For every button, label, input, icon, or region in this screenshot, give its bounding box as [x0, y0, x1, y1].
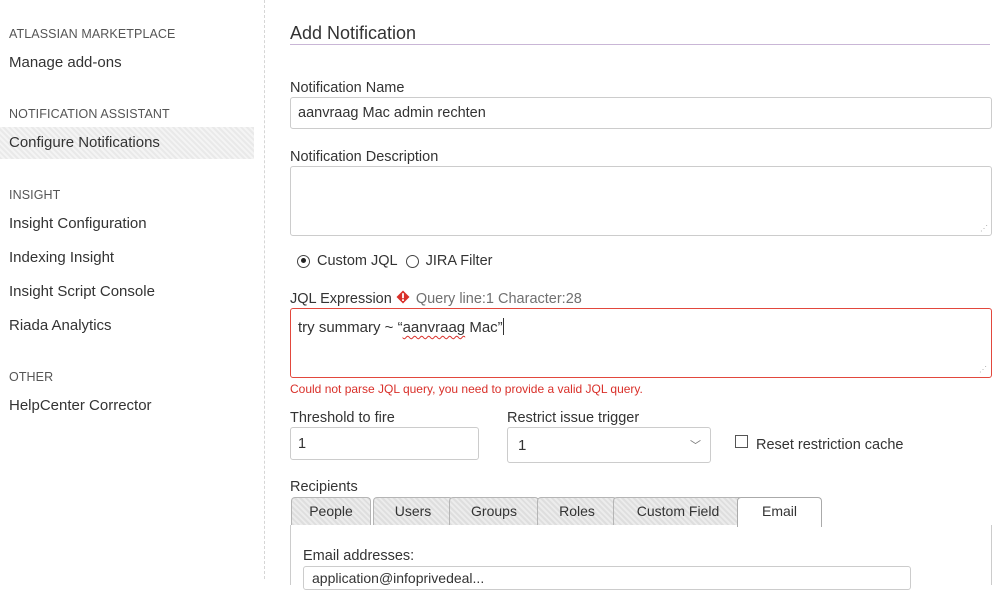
sidebar-item-helpcenter-corrector[interactable]: HelpCenter Corrector: [0, 390, 254, 422]
jql-text-suffix: Mac”: [465, 319, 503, 336]
text-caret: [502, 318, 504, 335]
restrict-trigger-label: Restrict issue trigger: [507, 410, 640, 426]
tab-people[interactable]: People: [291, 497, 371, 525]
tab-users[interactable]: Users: [373, 497, 453, 525]
jql-text-prefix: try summary ~ “: [298, 319, 403, 336]
reset-restriction-cache-checkbox[interactable]: [735, 435, 748, 448]
jql-expression-input[interactable]: try summary ~ “aanvraag Mac” ⋰: [290, 308, 992, 378]
restrict-trigger-select[interactable]: 1 ﹀: [507, 427, 711, 463]
notification-name-label: Notification Name: [290, 80, 405, 96]
custom-jql-radio[interactable]: [297, 254, 310, 268]
tab-groups[interactable]: Groups: [449, 497, 539, 525]
email-addresses-input[interactable]: application@infoprivedeal...: [303, 566, 911, 590]
title-divider: [290, 44, 990, 45]
reset-restriction-cache-label: Reset restriction cache: [756, 437, 904, 453]
resize-grip-icon[interactable]: ⋰: [979, 366, 987, 374]
filter-type-radio-group: Custom JQL JIRA Filter: [297, 252, 500, 270]
threshold-label: Threshold to fire: [290, 410, 395, 426]
restrict-trigger-value: 1: [518, 437, 527, 454]
sidebar-heading-insight: INSIGHT: [9, 188, 61, 202]
sidebar-heading-marketplace: ATLASSIAN MARKETPLACE: [9, 27, 176, 41]
jql-expression-label: JQL Expression: [290, 291, 392, 307]
jql-expression-text: try summary ~ “aanvraag Mac”: [298, 318, 504, 336]
tab-custom-field[interactable]: Custom Field: [613, 497, 743, 525]
email-addresses-label: Email addresses:: [303, 548, 415, 564]
chevron-down-icon: ﹀: [690, 440, 701, 452]
sidebar-heading-other: OTHER: [9, 370, 54, 384]
sidebar-item-manage-addons[interactable]: Manage add-ons: [0, 47, 254, 79]
jql-text-misspelled-word: aanvraag: [402, 319, 466, 336]
jql-label-row: JQL Expression Query line:1 Character:28: [290, 290, 582, 307]
notification-description-label: Notification Description: [290, 149, 439, 165]
sidebar-item-insight-configuration[interactable]: Insight Configuration: [0, 208, 254, 240]
custom-jql-label: Custom JQL: [317, 253, 398, 269]
jira-filter-label: JIRA Filter: [425, 253, 493, 269]
jql-query-position: Query line:1 Character:28: [415, 291, 582, 307]
sidebar-item-configure-notifications[interactable]: Configure Notifications: [0, 127, 254, 159]
recipients-label: Recipients: [290, 479, 358, 495]
page-title: Add Notification: [290, 23, 417, 43]
admin-sidebar: ATLASSIAN MARKETPLACE Manage add-ons NOT…: [0, 0, 265, 579]
notification-description-input[interactable]: [290, 166, 992, 236]
tab-roles[interactable]: Roles: [537, 497, 617, 525]
resize-grip-icon[interactable]: ⋰: [980, 225, 988, 233]
error-icon: [396, 290, 410, 304]
sidebar-heading-notification-assistant: NOTIFICATION ASSISTANT: [9, 107, 170, 121]
notification-name-input[interactable]: [290, 97, 992, 129]
tab-email[interactable]: Email: [737, 497, 822, 527]
notification-description-wrapper: ⋰: [290, 166, 992, 236]
sidebar-item-insight-script-console[interactable]: Insight Script Console: [0, 276, 254, 308]
sidebar-item-indexing-insight[interactable]: Indexing Insight: [0, 242, 254, 274]
jira-filter-radio[interactable]: [405, 254, 419, 268]
sidebar-item-riada-analytics[interactable]: Riada Analytics: [0, 310, 254, 342]
jql-error-message: Could not parse JQL query, you need to p…: [290, 382, 643, 396]
threshold-input[interactable]: [290, 427, 479, 460]
